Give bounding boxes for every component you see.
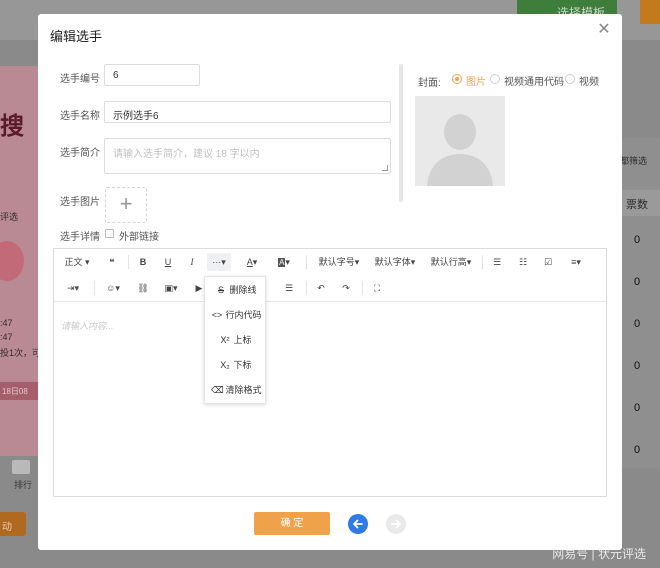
background-vote-count: 0: [634, 360, 641, 372]
background-color-icon[interactable]: A▾: [274, 253, 294, 271]
cover-avatar-placeholder[interactable]: [415, 96, 505, 186]
rich-text-editor: 正文 ▾ ❝ B U I ···▾ A▾ A▾ 默认字号▾ 默认字体▾ 默认行高…: [53, 248, 607, 497]
divider-icon[interactable]: ☰: [282, 279, 296, 297]
toolbar-divider: [128, 255, 129, 269]
toolbar-divider: [362, 281, 363, 295]
toolbar-divider: [482, 255, 483, 269]
paragraph-style-select[interactable]: 正文 ▾: [62, 253, 92, 271]
previous-arrow-icon[interactable]: [348, 514, 368, 534]
next-arrow-icon[interactable]: [386, 514, 406, 534]
inline-code-item[interactable]: <> 行内代码: [205, 304, 265, 326]
numbered-list-icon[interactable]: ☷: [516, 253, 530, 271]
bullet-list-icon[interactable]: ☰: [490, 253, 504, 271]
indent-icon[interactable]: ⇥▾: [62, 279, 84, 297]
cover-option-image-radio[interactable]: [452, 74, 462, 84]
cover-option-image-label[interactable]: 图片: [466, 73, 486, 88]
background-ranking-label: 排行: [14, 480, 33, 490]
cover-option-video-code-radio[interactable]: [490, 74, 500, 84]
quote-icon[interactable]: ❝: [104, 253, 120, 271]
eraser-icon: ⌫: [211, 385, 224, 395]
background-orange-button: [640, 0, 660, 24]
font-family-select[interactable]: 默认字体▾: [372, 253, 418, 271]
name-label: 选手名称: [60, 111, 100, 122]
superscript-icon: X²: [220, 335, 230, 345]
more-styles-icon[interactable]: ···▾: [207, 253, 231, 271]
toolbar-divider: [306, 281, 307, 295]
align-icon[interactable]: ≡▾: [565, 253, 587, 271]
image-label: 选手图片: [60, 197, 100, 208]
number-input[interactable]: 6: [104, 64, 200, 86]
cover-option-video-code-label[interactable]: 视频通用代码: [504, 73, 564, 88]
number-label: 选手编号: [60, 74, 100, 85]
line-height-select[interactable]: 默认行高▾: [428, 253, 474, 271]
background-heart-shape: [0, 241, 24, 281]
font-color-icon[interactable]: A▾: [242, 253, 262, 271]
cover-option-video-radio[interactable]: [565, 74, 575, 84]
fullscreen-icon[interactable]: ⛶: [370, 279, 384, 297]
background-time: :47: [0, 318, 13, 328]
background-ranking-icon: [12, 460, 30, 474]
background-vote-count: 0: [634, 234, 641, 246]
details-label: 选手详情: [60, 232, 100, 243]
background-vote-count: 0: [634, 276, 641, 288]
background-snippet: 投1次，可: [0, 348, 42, 358]
background-vote-count: 0: [634, 402, 641, 414]
toolbar-divider: [94, 281, 95, 295]
subscript-icon: X₂: [220, 360, 230, 370]
background-action-button: 动: [0, 512, 26, 536]
background-vote-count: 0: [634, 444, 641, 456]
intro-label: 选手简介: [60, 148, 100, 159]
background-banner-char: 搜: [0, 113, 24, 140]
editor-toolbar-divider: [54, 301, 606, 302]
strikethrough-icon: S: [217, 285, 224, 295]
subscript-item[interactable]: X₂ 下标: [205, 354, 265, 376]
edit-contestant-dialog: 编辑选手 ✕ 选手编号 6 选手名称 示例选手6 选手简介 请输入选手简介，建议…: [38, 14, 622, 550]
cover-label: 封面:: [418, 78, 441, 89]
superscript-item[interactable]: X² 上标: [205, 329, 265, 351]
background-votes-header: 票数: [622, 190, 660, 216]
external-link-checkbox[interactable]: [105, 229, 114, 238]
undo-icon[interactable]: ↶: [314, 279, 328, 297]
background-time: :47: [0, 332, 13, 342]
confirm-button[interactable]: 确 定: [254, 512, 330, 535]
background-table: 都筛选 票数 0 0 0 0 0 0: [620, 138, 660, 468]
italic-icon[interactable]: I: [185, 253, 199, 271]
cover-option-video-label[interactable]: 视频: [579, 73, 599, 88]
editor-toolbar-row-2: ⇥▾ ☺▾ ⛓ ▣▾ ▶ › ☰ ↶ ↷ ⛶: [54, 275, 606, 301]
image-upload-button[interactable]: +: [105, 187, 147, 223]
person-placeholder-icon: [427, 114, 493, 186]
emoji-icon[interactable]: ☺▾: [102, 279, 124, 297]
font-size-select[interactable]: 默认字号▾: [316, 253, 362, 271]
strikethrough-item[interactable]: S 删除线: [205, 279, 265, 301]
underline-icon[interactable]: U: [161, 253, 175, 271]
background-vote-count: 0: [634, 318, 641, 330]
toolbar-divider: [306, 255, 307, 269]
editor-toolbar-row-1: 正文 ▾ ❝ B U I ···▾ A▾ A▾ 默认字号▾ 默认字体▾ 默认行高…: [54, 249, 606, 275]
intro-placeholder: 请输入选手简介，建议 18 字以内: [113, 149, 260, 160]
dialog-title: 编辑选手: [50, 29, 103, 44]
resize-grip-icon[interactable]: [382, 165, 388, 171]
background-filter: 都筛选: [620, 156, 648, 166]
background-snippet: 评选: [0, 212, 19, 222]
editor-placeholder[interactable]: 请输入内容...: [61, 319, 114, 332]
form-scrollbar[interactable]: [399, 64, 403, 202]
more-styles-dropdown: S 删除线 <> 行内代码 X² 上标 X₂ 下标 ⌫ 清除格式: [204, 276, 266, 404]
intro-textarea[interactable]: 请输入选手简介，建议 18 字以内: [104, 138, 391, 174]
redo-icon[interactable]: ↷: [339, 279, 353, 297]
name-input[interactable]: 示例选手6: [104, 101, 391, 123]
plus-icon: +: [119, 191, 133, 216]
background-date-strip: 18日08: [0, 382, 38, 400]
link-icon[interactable]: ⛓: [136, 279, 150, 297]
clear-format-item[interactable]: ⌫ 清除格式: [205, 379, 265, 401]
close-icon[interactable]: ✕: [596, 22, 612, 38]
todo-list-icon[interactable]: ☑: [541, 253, 555, 271]
image-icon[interactable]: ▣▾: [160, 279, 182, 297]
inline-code-icon: <>: [211, 310, 223, 320]
external-link-label: 外部链接: [119, 232, 159, 243]
bold-icon[interactable]: B: [136, 253, 150, 271]
